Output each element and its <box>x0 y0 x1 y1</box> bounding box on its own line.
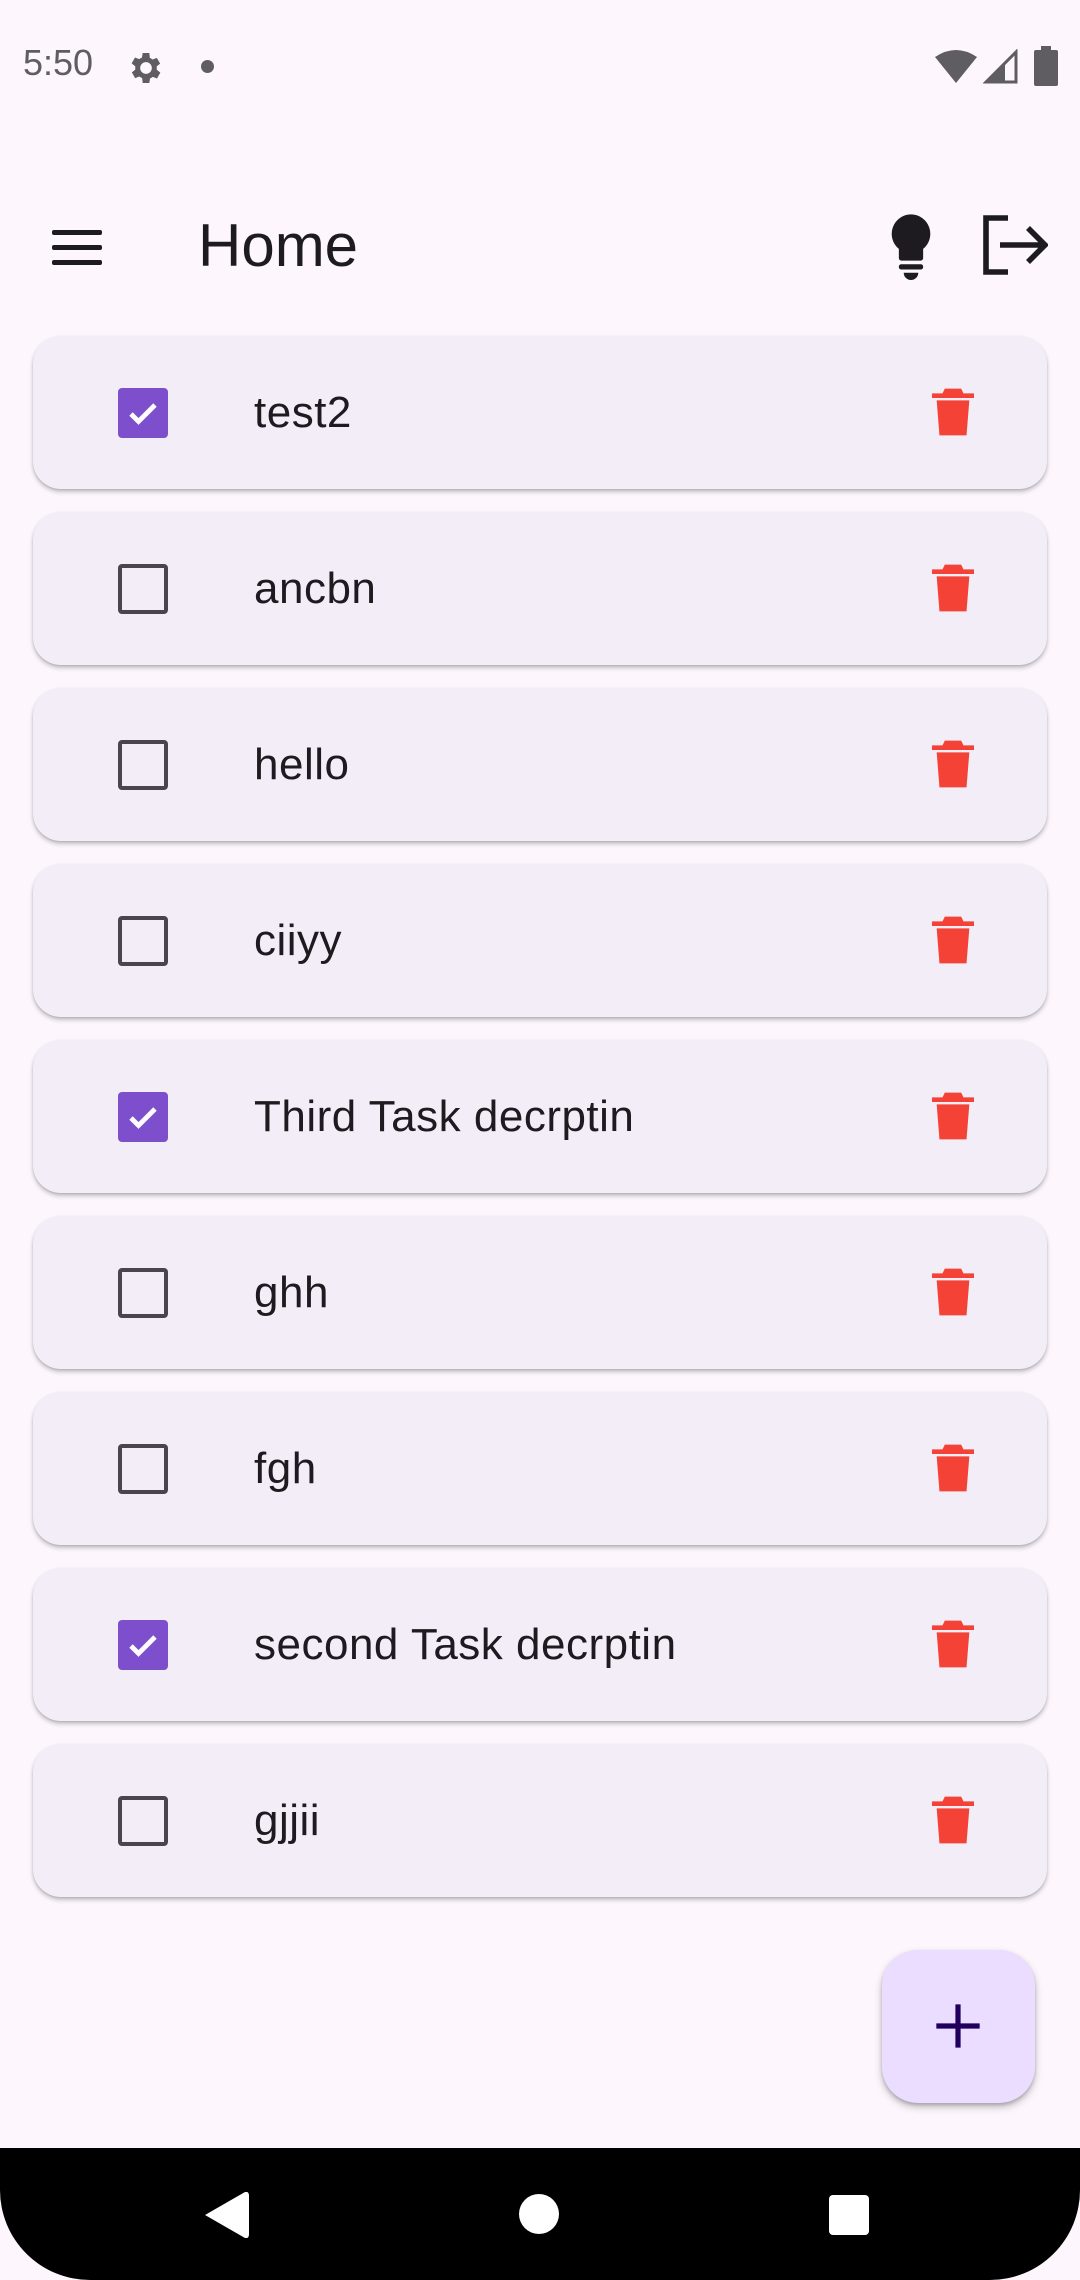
recents-icon[interactable] <box>829 2195 869 2235</box>
delete-icon[interactable] <box>925 1792 981 1848</box>
task-checkbox[interactable] <box>118 1796 168 1846</box>
task-card: second Task decrptin <box>33 1568 1047 1721</box>
delete-icon[interactable] <box>925 384 981 440</box>
home-icon[interactable] <box>519 2194 559 2234</box>
task-checkbox[interactable] <box>118 1092 168 1142</box>
task-label: second Task decrptin <box>254 1620 677 1669</box>
task-checkbox[interactable] <box>118 564 168 614</box>
battery-icon <box>1034 46 1058 86</box>
delete-icon[interactable] <box>925 1616 981 1672</box>
task-checkbox[interactable] <box>118 1444 168 1494</box>
task-card: ancbn <box>33 512 1047 665</box>
delete-icon[interactable] <box>925 1088 981 1144</box>
menu-icon[interactable] <box>44 220 108 274</box>
task-card: hello <box>33 688 1047 841</box>
check-icon <box>129 1635 157 1657</box>
notification-dot-icon <box>201 60 214 73</box>
cell-signal-icon <box>983 49 1018 84</box>
wifi-icon <box>935 50 977 83</box>
task-card: Third Task decrptin <box>33 1040 1047 1193</box>
task-label: ciiyy <box>254 916 343 965</box>
task-checkbox[interactable] <box>118 916 168 966</box>
app-bar: Home <box>0 190 1080 302</box>
check-icon <box>129 403 157 425</box>
delete-icon[interactable] <box>925 912 981 968</box>
check-icon <box>129 1107 157 1129</box>
page-title: Home <box>198 212 359 279</box>
delete-icon[interactable] <box>925 1264 981 1320</box>
back-icon[interactable] <box>205 2192 249 2238</box>
task-checkbox[interactable] <box>118 740 168 790</box>
task-card: gjjii <box>33 1744 1047 1897</box>
task-label: gjjii <box>254 1796 321 1845</box>
task-label: Third Task decrptin <box>254 1092 635 1141</box>
plus-icon <box>936 2004 980 2048</box>
task-label: hello <box>254 740 350 789</box>
task-checkbox[interactable] <box>118 388 168 438</box>
task-card: ghh <box>33 1216 1047 1369</box>
settings-gear-icon <box>131 53 161 83</box>
delete-icon[interactable] <box>925 736 981 792</box>
task-card: test2 <box>33 336 1047 489</box>
task-checkbox[interactable] <box>118 1268 168 1318</box>
add-task-button[interactable] <box>882 1950 1035 2103</box>
delete-icon[interactable] <box>925 1440 981 1496</box>
task-checkbox[interactable] <box>118 1620 168 1670</box>
task-label: ghh <box>254 1268 329 1317</box>
task-card: fgh <box>33 1392 1047 1545</box>
task-label: test2 <box>254 388 352 437</box>
delete-icon[interactable] <box>925 560 981 616</box>
status-time: 5:50 <box>23 42 94 83</box>
status-bar: 5:50 <box>0 0 1080 135</box>
task-card: ciiyy <box>33 864 1047 1017</box>
task-label: fgh <box>254 1444 317 1493</box>
lightbulb-icon[interactable] <box>880 212 942 280</box>
task-label: ancbn <box>254 564 377 613</box>
navigation-bar <box>0 2148 1080 2280</box>
logout-icon[interactable] <box>980 214 1048 276</box>
